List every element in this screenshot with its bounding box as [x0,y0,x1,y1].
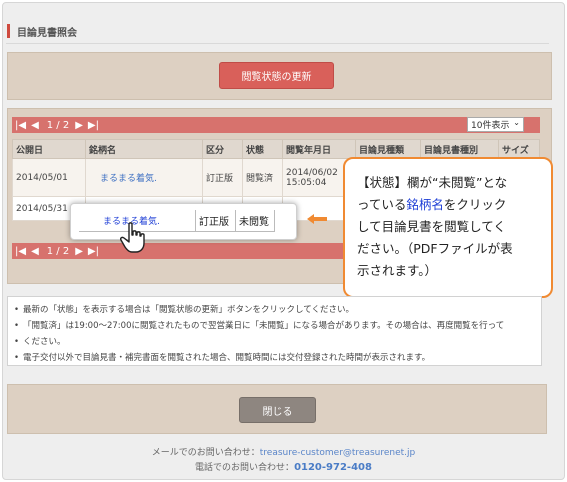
next-page-icon[interactable]: ▶ [75,246,83,257]
note-item: 最新の「状態」を表示する場合は「閲覧状態の更新」ボタンをクリックしてください。 [14,302,535,318]
note-item: 「閲覧済」は19:00～27:00に閲覧されたもので翌営業日に「未閲覧」になる場… [14,318,535,334]
page-indicator: 1 / 2 [46,245,70,257]
cell-date: 2014/05/01 [12,158,86,197]
contact-mail: メールでのお問い合わせ：treasure-customer@treasurene… [0,445,567,458]
col-header: 目論見種類 [355,139,421,159]
col-header: 銘柄名 [85,139,203,159]
callout-text: っている [357,197,407,212]
last-page-icon[interactable]: ▶| [88,246,99,257]
per-page-value: 10件表示 [471,121,510,131]
next-page-icon[interactable]: ▶ [75,120,83,131]
tel-label: 電話でのお問い合わせ： [195,463,295,473]
cell-name-link[interactable]: まるまる着気. [85,158,203,197]
table-header-row: 公開日 銘柄名 区分 状態 閲覧年月日 目論見種類 目論見書種別 サイズ [12,139,540,159]
callout-text: をクリック [443,197,507,212]
title-accent-bar [7,24,10,38]
notes-box: 最新の「状態」を表示する場合は「閲覧状態の更新」ボタンをクリックしてください。 … [7,296,542,366]
prev-page-icon[interactable]: ◀ [31,246,39,257]
tel-number: 0120-972-408 [294,462,372,473]
col-header: 状態 [242,139,283,159]
col-header: 区分 [202,139,243,159]
col-header: サイズ [498,139,540,159]
close-button[interactable]: 閉じる [239,397,316,423]
zoom-status-unread: 未閲覧 [235,210,275,232]
callout-link-word: 銘柄名 [406,197,444,212]
col-header: 閲覧年月日 [282,139,356,159]
first-page-icon[interactable]: |◀ [15,120,26,131]
hand-cursor-icon [120,222,145,253]
per-page-select[interactable]: 10件表示 ⌄ [467,117,524,132]
pager-top: |◀ ◀ 1 / 2 ▶ ▶| [12,117,540,133]
security-name-link[interactable]: まるまる着気. [100,174,157,184]
page-indicator: 1 / 2 [46,119,70,131]
cell-status: 閲覧済 [242,158,283,197]
zoom-type: 訂正版 [195,210,235,232]
instruction-callout: 【状態】欄が“未閲覧”とな っている銘柄名をクリック して目論見書を閲覧してく … [343,157,553,298]
cell-type: 訂正版 [202,158,243,197]
mail-link[interactable]: treasure-customer@treasurenet.jp [260,448,416,458]
arrow-left-icon [307,214,327,224]
zoom-highlight: まるまる着気. 訂正版 未閲覧 [70,203,297,240]
page-title-text: 目論見書照会 [17,27,77,39]
mail-label: メールでのお問い合わせ： [151,448,260,458]
note-item: 電子交付以外で目論見書・補完書面を閲覧された場合、閲覧時間には交付登録された時間… [14,350,535,366]
first-page-icon[interactable]: |◀ [15,246,26,257]
col-header: 公開日 [12,139,86,159]
update-status-button[interactable]: 閲覧状態の更新 [219,62,334,89]
title-divider [6,43,549,44]
page-title: 目論見書照会 [7,23,77,39]
col-header: 目論見書種別 [420,139,499,159]
callout-line: っている銘柄名をクリック [357,194,541,216]
prev-page-icon[interactable]: ◀ [31,120,39,131]
contact-tel: 電話でのお問い合わせ：0120-972-408 [0,460,567,473]
chevron-down-icon: ⌄ [513,118,520,127]
callout-line: 【状態】欄が“未閲覧”とな [357,175,508,190]
note-item-continued: ください。 [14,334,535,350]
callout-line: ださい。（PDFファイルが表 [357,241,513,256]
last-page-icon[interactable]: ▶| [88,120,99,131]
callout-line: 示されます。） [357,263,438,278]
callout-line: して目論見書を閲覧してく [357,219,506,234]
